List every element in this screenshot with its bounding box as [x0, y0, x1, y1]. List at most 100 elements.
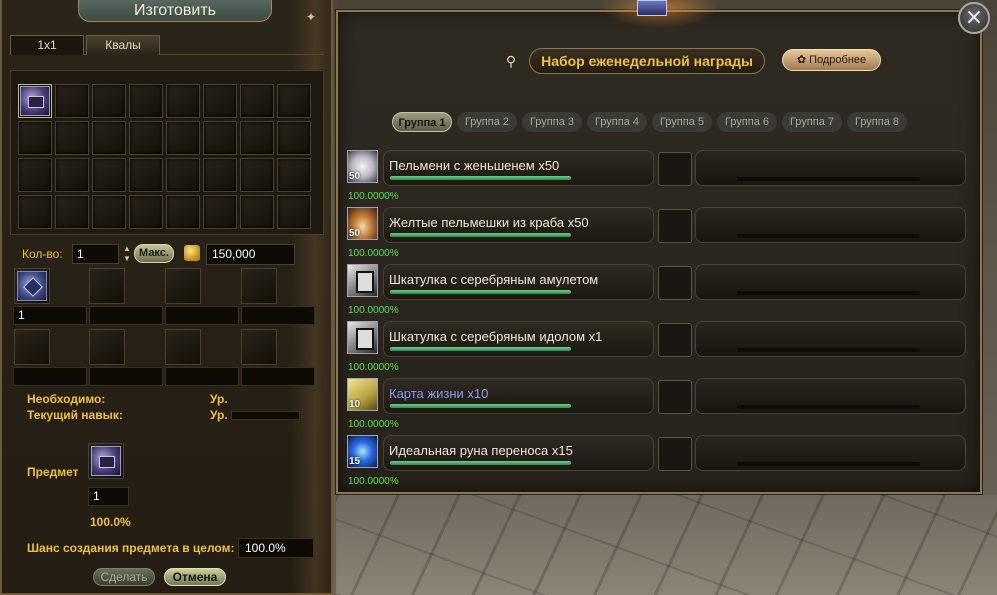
reward-chance: 100.0000%: [348, 305, 399, 316]
item-count-badge: 50: [349, 171, 361, 182]
close-button[interactable]: ×: [958, 2, 990, 34]
material-slot-1[interactable]: [14, 268, 50, 304]
max-button[interactable]: Макс.: [134, 244, 174, 263]
reward-progress-bar: [390, 461, 571, 465]
recipe-slot[interactable]: [240, 121, 274, 155]
material-slot-4[interactable]: [241, 268, 277, 304]
recipe-slot[interactable]: [55, 84, 89, 118]
amulet-box-icon[interactable]: [347, 264, 378, 297]
material-slot-8[interactable]: [241, 329, 277, 365]
reward-name: Карта жизни x10: [389, 386, 489, 401]
idol-box-icon[interactable]: [347, 321, 378, 354]
reward-row: 50 Пельмени с женьшенем x50 100.0000%: [347, 150, 967, 202]
tab-quals[interactable]: Квалы: [86, 35, 160, 55]
pin-icon[interactable]: ✦: [304, 10, 318, 24]
cancel-button[interactable]: Отмена: [164, 568, 226, 586]
reward-select-slot[interactable]: [658, 437, 692, 471]
reward-select-slot[interactable]: [658, 152, 692, 186]
reward-row: 10 Карта жизни x10 100.0000%: [347, 378, 967, 430]
dumpling-icon[interactable]: 50: [347, 150, 378, 183]
material-slot-2[interactable]: [89, 268, 125, 304]
reward-progress-fill: [390, 461, 571, 465]
recipe-slot[interactable]: [129, 84, 163, 118]
tab-group-3[interactable]: Группа 3: [522, 112, 582, 132]
tab-group-1[interactable]: Группа 1: [392, 112, 452, 132]
tab-group-2[interactable]: Группа 2: [457, 112, 517, 132]
material-slot-5[interactable]: [14, 329, 50, 365]
recipe-slot[interactable]: [92, 121, 126, 155]
recipe-slot[interactable]: [129, 195, 163, 229]
item-count-badge: 10: [349, 399, 361, 410]
recipe-slot[interactable]: [277, 195, 311, 229]
recipe-slot[interactable]: [166, 84, 200, 118]
recipe-slot[interactable]: [55, 195, 89, 229]
reward-detail-bar: [737, 462, 920, 466]
reward-detail-bar: [737, 291, 920, 295]
reward-name: Идеальная руна переноса x15: [389, 443, 573, 458]
recipe-slot[interactable]: [203, 195, 237, 229]
item-count-badge: 50: [349, 228, 361, 239]
recipe-slot[interactable]: [203, 158, 237, 192]
item-chance: 100.0%: [90, 515, 131, 529]
recipe-slot[interactable]: [166, 195, 200, 229]
details-label: Подробнее: [809, 54, 867, 66]
recipe-slot[interactable]: [166, 158, 200, 192]
material-slot-3[interactable]: [165, 268, 201, 304]
recipe-slot[interactable]: [240, 195, 274, 229]
recipe-slot[interactable]: [92, 195, 126, 229]
crab-dumpling-icon[interactable]: 50: [347, 207, 378, 240]
recipe-slot[interactable]: [55, 158, 89, 192]
material-slot-6[interactable]: [89, 329, 125, 365]
reward-select-slot[interactable]: [658, 323, 692, 357]
recipe-slot[interactable]: [92, 84, 126, 118]
recipe-slot[interactable]: [166, 121, 200, 155]
tab-group-5[interactable]: Группа 5: [652, 112, 712, 132]
search-icon[interactable]: ⚲: [503, 53, 519, 69]
tab-group-8[interactable]: Группа 8: [847, 112, 907, 132]
recipe-slot[interactable]: [277, 158, 311, 192]
item-count-badge: 15: [349, 456, 361, 467]
recipe-slot[interactable]: [92, 158, 126, 192]
recipe-slot[interactable]: [18, 158, 52, 192]
reward-select-slot[interactable]: [658, 266, 692, 300]
reward-select-slot[interactable]: [658, 209, 692, 243]
material-qty-8: [241, 367, 315, 386]
life-map-icon[interactable]: 10: [347, 378, 378, 411]
reward-chance: 100.0000%: [348, 476, 399, 487]
material-item-icon: [17, 271, 47, 301]
material-slot-7[interactable]: [165, 329, 201, 365]
do-button[interactable]: Сделать: [93, 568, 155, 586]
tab-group-7[interactable]: Группа 7: [782, 112, 842, 132]
reward-select-slot[interactable]: [658, 380, 692, 414]
result-item-icon: [91, 446, 121, 476]
recipe-slot[interactable]: [55, 121, 89, 155]
recipe-slot[interactable]: [277, 84, 311, 118]
recipe-slot[interactable]: [129, 158, 163, 192]
recipe-slot[interactable]: [240, 84, 274, 118]
tab-group-6[interactable]: Группа 6: [717, 112, 777, 132]
recipe-slot[interactable]: [18, 84, 52, 118]
recipe-slot[interactable]: [129, 121, 163, 155]
recipe-slot[interactable]: [240, 158, 274, 192]
craft-title: Изготовить: [78, 0, 272, 22]
material-qty-6: [89, 367, 163, 386]
recipe-slot[interactable]: [203, 121, 237, 155]
skill-progress-bar: [231, 411, 300, 420]
ground-background: [336, 495, 997, 595]
reward-name: Желтые пельмешки из краба x50: [389, 215, 589, 230]
quantity-stepper[interactable]: ▲ ▼: [122, 244, 132, 264]
recipe-slot[interactable]: [277, 121, 311, 155]
quantity-input[interactable]: 1: [72, 244, 119, 264]
reward-chance: 100.0000%: [348, 419, 399, 430]
recipe-slot[interactable]: [203, 84, 237, 118]
recipe-slot[interactable]: [18, 121, 52, 155]
reward-set-title: Набор еженедельной награды: [529, 48, 765, 74]
current-skill-level-label: Ур.: [210, 408, 228, 422]
quantity-label: Кол-во:: [22, 247, 63, 261]
result-item-slot[interactable]: [88, 443, 124, 479]
recipe-slot[interactable]: [18, 195, 52, 229]
transfer-rune-icon[interactable]: 15: [347, 435, 378, 468]
tab-1x1[interactable]: 1x1: [10, 35, 84, 55]
details-button[interactable]: ✿ Подробнее: [782, 49, 881, 71]
tab-group-4[interactable]: Группа 4: [587, 112, 647, 132]
